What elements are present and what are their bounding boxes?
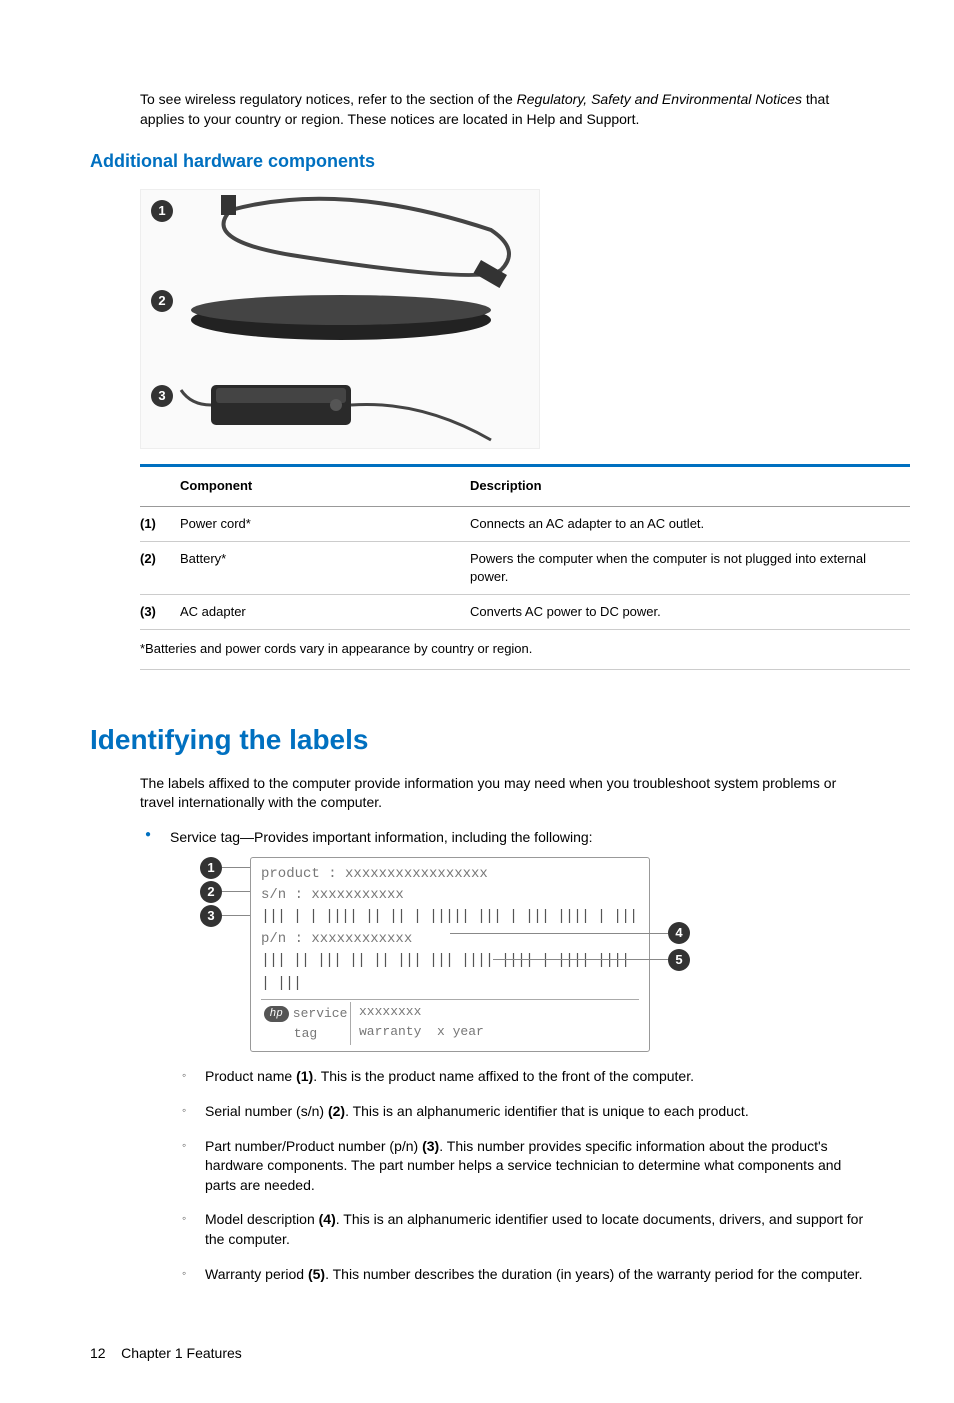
product-line: product : xxxxxxxxxxxxxxxxx	[261, 864, 639, 885]
pn-line: p/n : xxxxxxxxxxxx	[261, 931, 412, 947]
list-item: Warranty period (5). This number describ…	[170, 1265, 864, 1285]
chapter-label: Chapter 1 Features	[121, 1345, 242, 1361]
row-desc: Converts AC power to DC power.	[470, 595, 910, 630]
table-header-description: Description	[470, 466, 910, 506]
row-num: (2)	[140, 541, 180, 594]
section-heading-additional-hardware: Additional hardware components	[90, 149, 864, 174]
row-num: (3)	[140, 595, 180, 630]
sub-label: Part number/Product number (p/n)	[205, 1138, 422, 1154]
callout-badge-2: 2	[200, 881, 222, 903]
intro-paragraph: To see wireless regulatory notices, refe…	[140, 90, 864, 129]
sub-label: Serial number (s/n)	[205, 1103, 328, 1119]
warranty-value: x year	[437, 1024, 484, 1039]
sub-list: Product name (1). This is the product na…	[170, 1067, 864, 1284]
service-tag-illustration: 1 2 3 4 5 product : xxxxxxxxxxxxxxxxx s/…	[200, 857, 690, 1052]
sub-num: (5)	[308, 1266, 325, 1282]
service-text2: tag	[294, 1026, 317, 1041]
list-item: Model description (4). This is an alphan…	[170, 1210, 864, 1249]
warranty-label: warranty	[359, 1024, 421, 1039]
callout-badge-3: 3	[200, 905, 222, 927]
sub-num: (3)	[422, 1138, 439, 1154]
barcode-icon: ||| | | |||| || || | ||||| ||| | ||| |||…	[261, 906, 637, 929]
barcode-icon: ||| || ||| || || ||| ||| |||| |||| | |||…	[261, 950, 639, 995]
sub-num: (4)	[319, 1211, 336, 1227]
hp-logo-icon: hp	[264, 1006, 289, 1023]
major-heading-identifying-labels: Identifying the labels	[90, 720, 864, 759]
sub-label: Product name	[205, 1068, 296, 1084]
list-item: Part number/Product number (p/n) (3). Th…	[170, 1137, 864, 1196]
service-tag-intro: Service tag—Provides important informati…	[170, 829, 593, 845]
sub-desc: . This is an alphanumeric identifier tha…	[345, 1103, 749, 1119]
table-row: (1) Power cord* Connects an AC adapter t…	[140, 506, 910, 541]
service-tag-box: product : xxxxxxxxxxxxxxxxx s/n : xxxxxx…	[250, 857, 650, 1052]
row-desc: Connects an AC adapter to an AC outlet.	[470, 506, 910, 541]
page-footer: 12 Chapter 1 Features	[90, 1344, 864, 1364]
sub-desc: . This is the product name affixed to th…	[313, 1068, 694, 1084]
sn-line: s/n : xxxxxxxxxxx	[261, 887, 404, 903]
table-footnote: *Batteries and power cords vary in appea…	[140, 630, 910, 669]
bullet-list: Service tag—Provides important informati…	[140, 828, 864, 1284]
list-item: Serial number (s/n) (2). This is an alph…	[170, 1102, 864, 1122]
callout-badge-4: 4	[668, 922, 690, 944]
list-item: Service tag—Provides important informati…	[140, 828, 864, 1284]
service-text1: service	[293, 1006, 348, 1021]
row-num: (1)	[140, 506, 180, 541]
labels-intro-paragraph: The labels affixed to the computer provi…	[140, 774, 864, 813]
row-name: Power cord*	[180, 506, 470, 541]
row-name: Battery*	[180, 541, 470, 594]
sub-num: (2)	[328, 1103, 345, 1119]
table-row: (3) AC adapter Converts AC power to DC p…	[140, 595, 910, 630]
page-number: 12	[90, 1345, 106, 1361]
component-table: Component Description (1) Power cord* Co…	[140, 464, 910, 669]
table-header-component: Component	[180, 466, 470, 506]
row-desc: Powers the computer when the computer is…	[470, 541, 910, 594]
intro-text-part1: To see wireless regulatory notices, refe…	[140, 91, 517, 107]
sub-num: (1)	[296, 1068, 313, 1084]
sub-desc: . This number describes the duration (in…	[325, 1266, 862, 1282]
hardware-components-illustration: 1 2 3	[140, 189, 540, 449]
row-name: AC adapter	[180, 595, 470, 630]
list-item: Product name (1). This is the product na…	[170, 1067, 864, 1087]
callout-badge-1: 1	[200, 857, 222, 879]
sub-label: Model description	[205, 1211, 319, 1227]
intro-italic: Regulatory, Safety and Environmental Not…	[517, 91, 802, 107]
callout-badge-5: 5	[668, 949, 690, 971]
model-text: xxxxxxxx	[359, 1004, 421, 1019]
sub-label: Warranty period	[205, 1266, 308, 1282]
table-row: (2) Battery* Powers the computer when th…	[140, 541, 910, 594]
